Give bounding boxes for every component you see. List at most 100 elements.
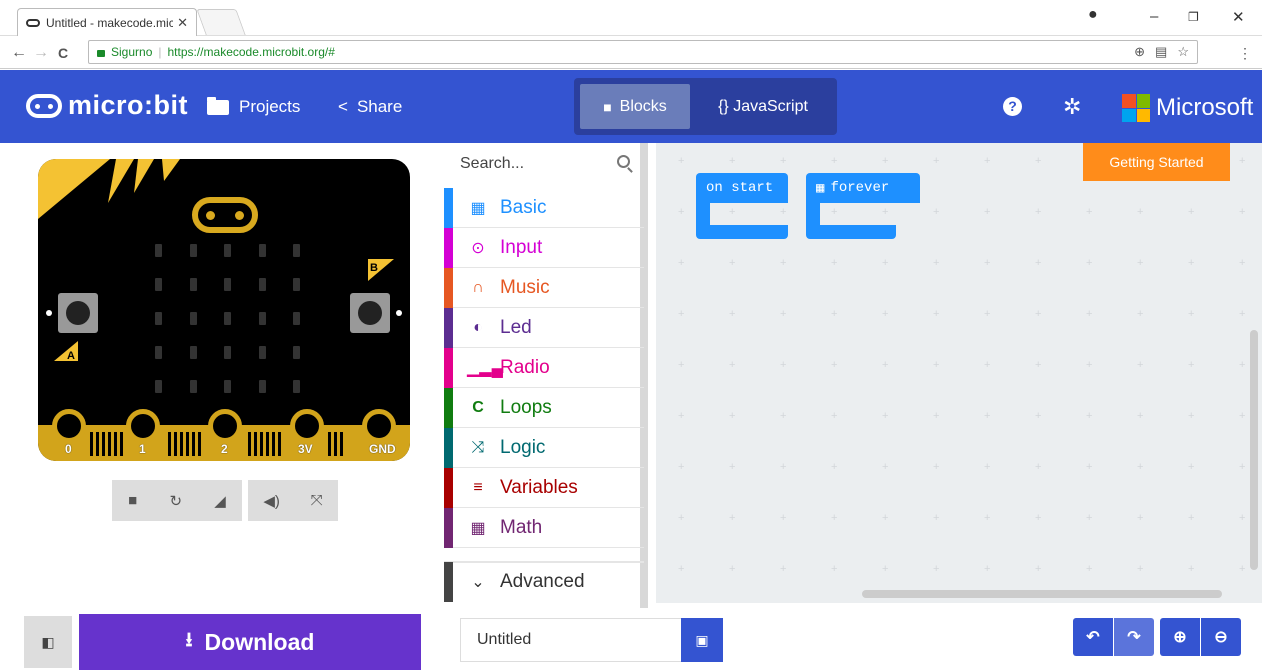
grid-mark: +: [1086, 461, 1093, 473]
forward-button[interactable]: →: [30, 44, 52, 62]
grid-mark: +: [882, 461, 889, 473]
download-button[interactable]: ⭳ Download: [79, 614, 421, 670]
category-radio[interactable]: ▁▂▄ Radio: [444, 347, 644, 388]
help-icon[interactable]: ?: [1003, 97, 1022, 116]
grid-mark: +: [1137, 308, 1144, 320]
zoom-in-button[interactable]: ⊕: [1160, 618, 1200, 656]
restore-button[interactable]: ❐: [1188, 10, 1199, 24]
grid-mark: +: [1239, 512, 1246, 524]
javascript-tab[interactable]: {} JavaScript: [698, 84, 828, 129]
category-music[interactable]: ∩ Music: [444, 267, 644, 308]
grid-mark: +: [780, 512, 787, 524]
category-label: Led: [500, 316, 532, 338]
minimize-button[interactable]: –: [1150, 8, 1158, 25]
forever-block[interactable]: ▦ forever: [806, 173, 920, 239]
grid-mark: +: [831, 257, 838, 269]
grid-mark: +: [831, 563, 838, 575]
button-b-label-tag: B: [368, 259, 394, 281]
category-input[interactable]: ⊙ Input: [444, 227, 644, 268]
grid-mark: +: [1086, 410, 1093, 422]
category-variables[interactable]: ≡ Variables: [444, 467, 644, 508]
url-bar[interactable]: Sigurno | https://makecode.microbit.org/…: [88, 40, 1198, 64]
mute-icon[interactable]: ◀): [263, 492, 280, 510]
category-label: Variables: [500, 476, 578, 498]
category-basic[interactable]: ▦ Basic: [444, 187, 644, 228]
save-icon: ▣: [695, 631, 709, 648]
category-advanced[interactable]: ⌄ Advanced: [444, 561, 644, 602]
grid-mark: +: [984, 512, 991, 524]
project-name-input[interactable]: [460, 618, 682, 662]
category-label: Music: [500, 276, 550, 298]
translate-icon[interactable]: ▤: [1155, 44, 1167, 60]
category-led[interactable]: ◐ Led: [444, 307, 644, 348]
pin-1-ring[interactable]: [126, 409, 160, 443]
category-label: Basic: [500, 196, 547, 218]
save-button[interactable]: ▣: [681, 618, 723, 662]
pin-2-ring[interactable]: [208, 409, 242, 443]
button-a-label-tag: A: [54, 341, 78, 362]
grid-mark: +: [678, 512, 685, 524]
grid-mark: +: [780, 461, 787, 473]
slow-mo-icon[interactable]: ◢: [214, 492, 226, 510]
pin-0-ring[interactable]: [52, 409, 86, 443]
zoom-out-button[interactable]: ⊖: [1201, 618, 1241, 656]
back-button[interactable]: ←: [8, 44, 30, 62]
redo-button[interactable]: ↷: [1114, 618, 1154, 656]
profile-icon[interactable]: ●: [1088, 6, 1098, 24]
url-text: https://makecode.microbit.org/#: [167, 45, 335, 59]
pin-gnd-ring[interactable]: [362, 409, 396, 443]
reload-button[interactable]: C: [52, 45, 74, 61]
button-a[interactable]: [58, 293, 98, 333]
logo-text: micro:bit: [68, 90, 189, 120]
blocks-tab[interactable]: ■ Blocks: [580, 84, 690, 129]
browser-menu-icon[interactable]: ⋮: [1238, 45, 1252, 62]
browser-tab[interactable]: Untitled - makecode.mic ✕: [17, 8, 197, 36]
microsoft-logo-icon[interactable]: [1122, 94, 1150, 122]
microbit-logo-icon: [26, 93, 62, 118]
vertical-scrollbar[interactable]: [1250, 330, 1258, 570]
stop-icon[interactable]: ■: [128, 492, 137, 509]
grid-mark: +: [1188, 257, 1195, 269]
button-b[interactable]: [350, 293, 390, 333]
grid-mark: +: [831, 410, 838, 422]
zoom-icon[interactable]: ⊕: [1134, 44, 1145, 60]
grid-mark: +: [1239, 410, 1246, 422]
getting-started-button[interactable]: Getting Started: [1083, 143, 1230, 181]
bookmark-star-icon[interactable]: ☆: [1177, 44, 1189, 60]
blocks-workspace[interactable]: + + + + + + + + + + + + + + + + + + + + + + + + + + + + + + + + + + + + + + + +…: [656, 143, 1262, 603]
grid-mark: +: [678, 461, 685, 473]
on-start-block[interactable]: on start: [696, 173, 788, 239]
touch-logo-icon[interactable]: [192, 197, 258, 233]
share-button[interactable]: < Share: [338, 97, 402, 117]
grid-mark: +: [1035, 512, 1042, 524]
close-window-button[interactable]: ✕: [1232, 8, 1245, 26]
collapse-simulator-button[interactable]: ◧: [24, 616, 72, 668]
horizontal-scrollbar[interactable]: [862, 590, 1222, 598]
tab-close-icon[interactable]: ✕: [177, 15, 188, 31]
grid-mark: +: [1035, 155, 1042, 167]
grid-mark: +: [984, 155, 991, 167]
undo-button[interactable]: ↶: [1073, 618, 1113, 656]
projects-button[interactable]: Projects: [207, 96, 300, 117]
headphones-icon: ∩: [472, 278, 484, 296]
grid-mark: +: [1188, 308, 1195, 320]
microsoft-label[interactable]: Microsoft: [1156, 94, 1253, 122]
restart-icon[interactable]: ↻: [169, 492, 182, 510]
fullscreen-icon[interactable]: ⤧: [311, 492, 323, 509]
javascript-label: {} JavaScript: [718, 97, 808, 115]
pin-3v-ring[interactable]: [290, 409, 324, 443]
microbit-logo[interactable]: micro:bit: [26, 90, 188, 121]
grid-mark: +: [1137, 359, 1144, 371]
category-logic[interactable]: ⤨ Logic: [444, 427, 644, 468]
toolbox-search-input[interactable]: Search...: [444, 143, 644, 185]
microbit-favicon-icon: [26, 18, 40, 27]
gear-icon[interactable]: ✲: [1063, 94, 1081, 120]
grid-mark: +: [1086, 308, 1093, 320]
grid-mark: +: [678, 155, 685, 167]
grid-mark: +: [1188, 206, 1195, 218]
grid-mark: +: [1239, 563, 1246, 575]
category-math[interactable]: ▦ Math: [444, 507, 644, 548]
address-bar-row: ← → C Sigurno | https://makecode.microbi…: [0, 37, 1262, 69]
new-tab-button[interactable]: [196, 9, 246, 35]
category-loops[interactable]: C Loops: [444, 387, 644, 428]
